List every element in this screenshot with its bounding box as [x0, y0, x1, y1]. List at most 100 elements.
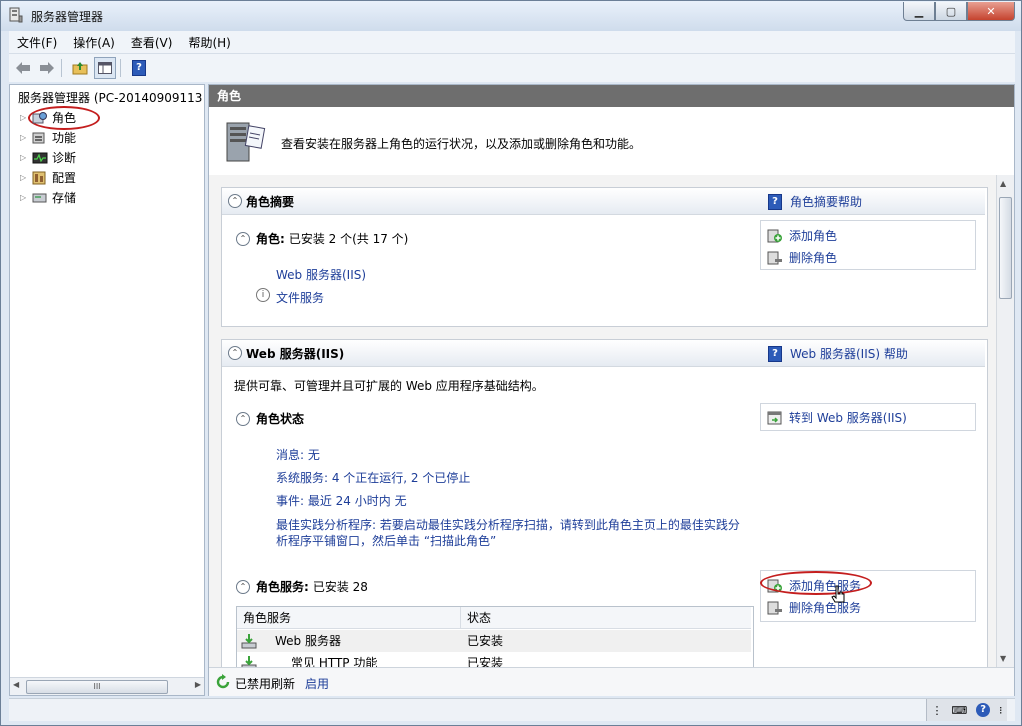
role-status-subhead[interactable]: ⌃ 角色状态	[236, 410, 308, 427]
forward-button[interactable]	[37, 58, 57, 78]
window-title: 服务器管理器	[31, 10, 104, 24]
tree-item-label: 存储	[52, 191, 77, 205]
scroll-left-icon[interactable]: ◀	[13, 680, 19, 689]
refresh-status: 已禁用刷新	[235, 677, 296, 691]
intro-text: 查看安装在服务器上角色的运行状况，以及添加或删除角色和功能。	[281, 137, 642, 151]
tree-item-configuration[interactable]: ▷ 配置	[20, 169, 76, 186]
collapse-icon[interactable]: ⌃	[236, 579, 250, 594]
status-bpa[interactable]: 最佳实践分析程序: 若要启动最佳实践分析程序扫描，请转到此角色主页上的最佳实践分	[276, 516, 740, 533]
storage-icon	[32, 193, 47, 202]
menu-view[interactable]: 查看(V)	[123, 34, 181, 51]
details-pane: 角色 查看安装在服务器上角色的运行状况，以及添加或删除角色和功能。 ⌃ 角色摘要	[208, 84, 1015, 696]
tree-root[interactable]: 服务器管理器 (PC-20140909113	[14, 89, 202, 106]
roles-summary-help-link[interactable]: ? 角色摘要帮助	[768, 193, 862, 210]
web-server-section: ⌃ Web 服务器(IIS) ? Web 服务器(IIS) 帮助 提供可靠、可管…	[221, 339, 988, 667]
enable-refresh-link[interactable]: 启用	[305, 675, 329, 692]
console-tree-icon	[98, 62, 112, 74]
column-header-status[interactable]: 状态	[461, 607, 751, 629]
menu-action[interactable]: 操作(A)	[65, 34, 123, 51]
remove-service-icon	[767, 601, 782, 614]
close-button[interactable]: ✕	[967, 2, 1015, 21]
section-header[interactable]: ⌃ Web 服务器(IIS) ? Web 服务器(IIS) 帮助	[222, 340, 985, 367]
help-icon: ?	[768, 193, 782, 210]
expand-icon: ▷	[20, 173, 27, 182]
remove-role-icon	[767, 251, 782, 264]
up-folder-button[interactable]	[70, 58, 90, 78]
roles-label: 角色:	[256, 232, 285, 246]
menu-bar: 文件(F) 操作(A) 查看(V) 帮助(H)	[9, 31, 1015, 53]
tree-item-diagnostics[interactable]: ▷ 诊断	[20, 149, 76, 166]
tree-item-roles[interactable]: ▷ 角色	[20, 109, 76, 126]
role-link-file-services[interactable]: 文件服务	[276, 289, 324, 306]
service-name: Web 服务器	[275, 634, 341, 648]
installed-icon	[241, 656, 257, 667]
role-services-label: 角色服务:	[256, 580, 309, 594]
tree-item-storage[interactable]: ▷ 存储	[20, 189, 76, 206]
status-events[interactable]: 事件: 最近 24 小时内 无	[276, 492, 407, 509]
roles-subhead[interactable]: ⌃ 角色: 已安装 2 个(共 17 个)	[236, 230, 408, 247]
add-role-icon	[767, 229, 782, 242]
section-header[interactable]: ⌃ 角色摘要 ? 角色摘要帮助	[222, 188, 985, 215]
content-vertical-scrollbar[interactable]: ▲ ▼	[996, 175, 1014, 667]
show-hide-tree-button[interactable]	[94, 57, 116, 79]
scroll-right-icon[interactable]: ▶	[195, 680, 201, 689]
toolbar-separator	[120, 59, 121, 77]
menu-help[interactable]: 帮助(H)	[180, 34, 238, 51]
role-link-iis[interactable]: Web 服务器(IIS)	[276, 266, 366, 283]
expand-icon: ▷	[20, 193, 27, 202]
table-row[interactable]: Web 服务器 已安装	[237, 630, 751, 652]
toolbar-separator	[61, 59, 62, 77]
maximize-button[interactable]: ▢	[935, 2, 967, 21]
maximize-icon: ▢	[945, 4, 957, 18]
status-system-services[interactable]: 系统服务: 4 个正在运行, 2 个已停止	[276, 469, 470, 486]
help-icon: ?	[132, 60, 146, 76]
tree-item-features[interactable]: ▷ 功能	[20, 129, 76, 146]
collapse-icon[interactable]: ⌃	[236, 231, 250, 246]
add-roles-link[interactable]: 添加角色	[767, 227, 837, 244]
scrollbar-thumb[interactable]: III	[26, 680, 168, 694]
tree-item-label: 诊断	[52, 151, 77, 165]
back-button[interactable]	[13, 58, 33, 78]
help-tray-icon[interactable]: ?	[976, 703, 991, 717]
scroll-down-icon[interactable]: ▼	[1000, 654, 1006, 663]
help-link-label: 角色摘要帮助	[790, 195, 863, 209]
keyboard-icon[interactable]: ⌨	[951, 704, 967, 717]
status-bpa-cont[interactable]: 析程序平铺窗口，然后单击 “扫描此角色”	[276, 532, 496, 549]
roles-summary-section: ⌃ 角色摘要 ? 角色摘要帮助 ⌃ 角色: 已安装 2 个(共 17 个) We…	[221, 187, 988, 327]
tree-item-label: 配置	[52, 171, 77, 185]
goto-iis-link[interactable]: 转到 Web 服务器(IIS)	[767, 409, 907, 426]
close-icon: ✕	[986, 4, 996, 18]
status-messages[interactable]: 消息: 无	[276, 446, 320, 463]
menu-file[interactable]: 文件(F)	[9, 34, 65, 51]
help-button[interactable]: ?	[129, 58, 149, 78]
roles-actions: 添加角色 删除角色	[760, 220, 976, 270]
grip-icon: ⋮	[931, 703, 943, 717]
refresh-icon	[216, 674, 230, 689]
iis-help-link[interactable]: ? Web 服务器(IIS) 帮助	[768, 345, 908, 362]
remove-roles-link[interactable]: 删除角色	[767, 249, 837, 266]
tree-horizontal-scrollbar[interactable]: ◀ III ▶	[10, 677, 204, 695]
role-services-table: 角色服务 状态 Web 服务器 已安装 常见 HTTP 功能 已安装	[236, 606, 754, 667]
action-label: 添加角色	[789, 229, 838, 243]
collapse-icon[interactable]: ⌃	[236, 411, 250, 426]
tree-root-label: 服务器管理器 (PC-20140909113	[18, 91, 202, 105]
table-row[interactable]: 常见 HTTP 功能 已安装	[237, 652, 751, 667]
system-tray: ⋮ ⌨ ? ⁝	[926, 699, 1007, 721]
scrollbar-thumb[interactable]	[999, 197, 1012, 299]
scroll-up-icon[interactable]: ▲	[1000, 179, 1006, 188]
collapse-icon[interactable]: ⌃	[228, 346, 242, 360]
column-header-service[interactable]: 角色服务	[237, 607, 461, 629]
expand-icon: ▷	[20, 113, 27, 122]
info-icon: i	[256, 288, 270, 302]
title-bar[interactable]: 服务器管理器 ▁ ▢ ✕	[1, 1, 1021, 31]
configuration-icon	[32, 171, 46, 184]
section-title: 角色摘要	[246, 195, 295, 209]
minimize-button[interactable]: ▁	[903, 2, 935, 21]
expand-icon: ▷	[20, 153, 27, 162]
collapse-icon[interactable]: ⌃	[228, 194, 242, 208]
help-link-label: Web 服务器(IIS) 帮助	[790, 347, 908, 361]
options-icon[interactable]: ⁝	[999, 704, 1003, 717]
role-services-subhead[interactable]: ⌃ 角色服务: 已安装 28	[236, 578, 368, 595]
server-manager-icon	[9, 7, 23, 23]
action-label: 删除角色	[789, 251, 838, 265]
